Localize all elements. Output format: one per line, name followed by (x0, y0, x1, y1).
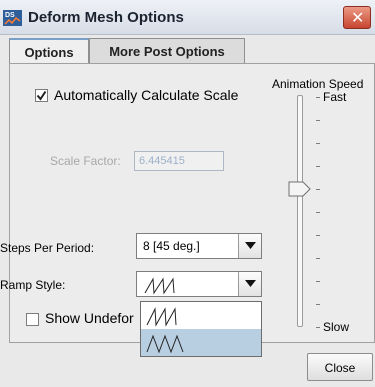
slider-tick (316, 281, 320, 282)
show-undeformed-checkbox[interactable] (26, 313, 39, 326)
scale-factor-label: Scale Factor: (50, 154, 121, 168)
slider-tick (316, 97, 320, 98)
auto-scale-checkbox[interactable] (35, 89, 48, 102)
app-icon-text: DS (5, 12, 15, 19)
triangle-ramp-icon (146, 334, 184, 354)
slider-tick (316, 258, 320, 259)
slider-tick (316, 327, 320, 328)
slider-tick (316, 166, 320, 167)
fast-label: Fast (323, 90, 347, 104)
tab-more-post-options[interactable]: More Post Options (89, 38, 245, 64)
slider-tick (316, 212, 320, 213)
slider-tick (316, 120, 320, 121)
chevron-down-icon (245, 280, 256, 287)
animation-speed-label: Animation Speed (272, 77, 364, 91)
steps-per-period-value: 8 [45 deg.] (143, 239, 200, 253)
slider-tick (316, 235, 320, 236)
steps-dropdown-button[interactable] (238, 234, 261, 258)
ramp-option-triangle[interactable] (141, 329, 261, 356)
ramp-style-dropdown-list (140, 301, 262, 357)
title-bar: DS Deform Mesh Options ✕ (0, 0, 375, 35)
chevron-down-icon (245, 242, 256, 249)
steps-per-period-combo[interactable]: 8 [45 deg.] (136, 233, 262, 259)
animation-speed-slider-thumb[interactable] (288, 181, 312, 197)
app-icon: DS (3, 10, 22, 26)
sawtooth-ramp-icon (144, 277, 175, 295)
auto-scale-label: Automatically Calculate Scale (54, 87, 239, 103)
ramp-dropdown-button[interactable] (238, 272, 261, 296)
window-title: Deform Mesh Options (28, 9, 184, 26)
slider-tick (316, 143, 320, 144)
window-close-button[interactable]: ✕ (343, 6, 371, 29)
tab-options[interactable]: Options (9, 38, 89, 64)
checkmark-icon (36, 90, 47, 101)
slider-tick (316, 189, 320, 190)
ramp-style-label: Ramp Style: (0, 278, 66, 292)
close-icon: ✕ (351, 8, 365, 27)
sawtooth-ramp-icon (146, 307, 177, 327)
ramp-option-sawtooth[interactable] (141, 302, 261, 329)
animation-speed-slider-track[interactable] (297, 95, 303, 327)
show-undeformed-label: Show Undefor (45, 310, 134, 326)
ramp-style-combo[interactable] (136, 271, 262, 297)
slow-label: Slow (323, 320, 350, 334)
close-button[interactable]: Close (307, 353, 373, 381)
steps-per-period-label: Steps Per Period: (0, 241, 95, 255)
scale-factor-input[interactable]: 6.445415 (134, 151, 224, 171)
slider-tick (316, 304, 320, 305)
